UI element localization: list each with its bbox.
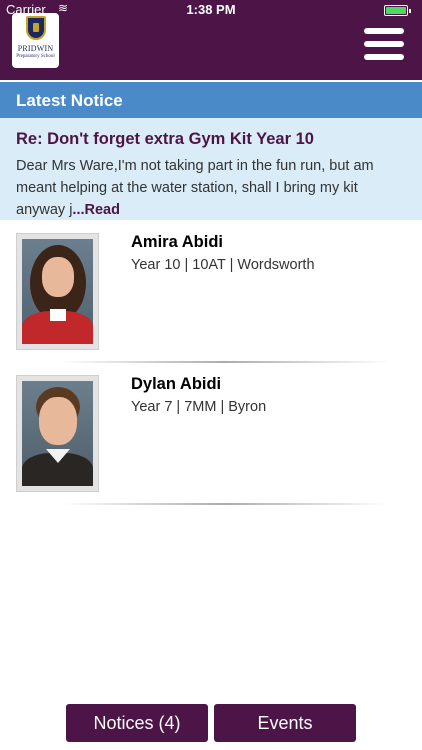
student-name: Amira Abidi <box>131 233 223 251</box>
events-button[interactable]: Events <box>214 704 356 742</box>
student-photo <box>22 239 93 344</box>
notice-body: Dear Mrs Ware,I'm not taking part in the… <box>16 155 408 221</box>
logo-name: PRIDWIN <box>17 44 54 53</box>
student-name: Dylan Abidi <box>131 375 222 393</box>
student-row[interactable]: Amira Abidi Year 10 | 10AT | Wordsworth <box>0 224 422 364</box>
divider <box>60 503 390 505</box>
status-bar: Carrier ≋ 1:38 PM <box>0 0 422 20</box>
divider <box>60 361 390 363</box>
latest-notice-heading: Latest Notice <box>0 82 422 118</box>
notices-button[interactable]: Notices (4) <box>66 704 208 742</box>
student-info: Year 7 | 7MM | Byron <box>131 399 267 415</box>
hamburger-menu-icon[interactable] <box>364 28 404 60</box>
notice-read-more-link[interactable]: ...Read <box>72 202 120 218</box>
logo-subtitle: Preparatory School <box>16 54 55 59</box>
school-crest-icon <box>26 16 46 40</box>
student-photo-frame <box>16 375 99 492</box>
student-photo-frame <box>16 233 99 350</box>
latest-notice-card[interactable]: Re: Don't forget extra Gym Kit Year 10 D… <box>0 118 422 220</box>
student-row[interactable]: Dylan Abidi Year 7 | 7MM | Byron <box>0 366 422 506</box>
status-time: 1:38 PM <box>186 2 236 17</box>
student-info: Year 10 | 10AT | Wordsworth <box>131 257 315 273</box>
notice-title: Re: Don't forget extra Gym Kit Year 10 <box>16 130 314 148</box>
app-header: Carrier ≋ 1:38 PM PRIDWIN Preparatory Sc… <box>0 0 422 80</box>
school-logo: PRIDWIN Preparatory School <box>12 13 59 68</box>
battery-icon <box>384 5 411 16</box>
student-photo <box>22 381 93 486</box>
notice-body-text: Dear Mrs Ware,I'm not taking part in the… <box>16 158 374 218</box>
